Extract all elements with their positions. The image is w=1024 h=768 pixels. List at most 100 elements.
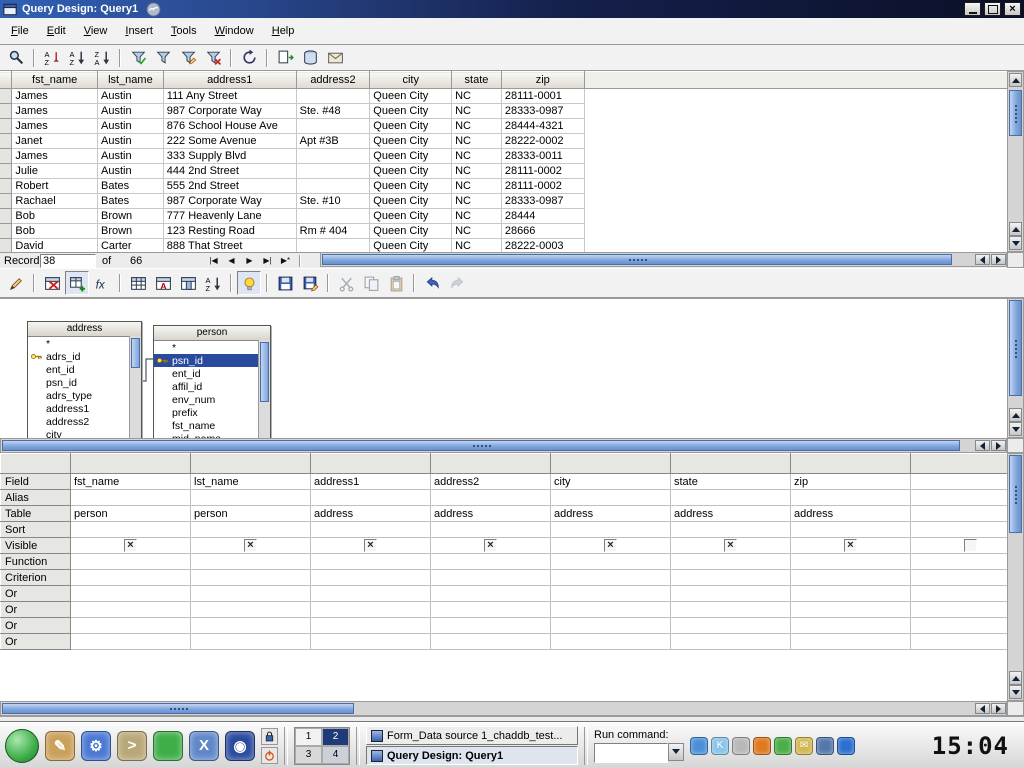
scroll-up-button[interactable] <box>1009 408 1022 422</box>
redo-button[interactable] <box>445 271 469 295</box>
table-box-scrollbar[interactable] <box>258 340 270 438</box>
grid-cell[interactable]: address <box>431 506 551 522</box>
cell[interactable]: Austin <box>97 119 163 134</box>
row-header-table[interactable]: Table <box>1 506 71 522</box>
grid-cell[interactable]: × <box>551 538 671 554</box>
menu-edit[interactable]: Edit <box>38 21 75 41</box>
grid-cell[interactable] <box>911 602 1008 618</box>
grid-cell[interactable] <box>191 490 311 506</box>
grid-cell[interactable] <box>911 522 1008 538</box>
standard-filter-button[interactable] <box>176 46 200 70</box>
field-item-prefix[interactable]: prefix <box>154 406 270 419</box>
cell[interactable]: 28444 <box>501 209 584 224</box>
scrollbar-thumb[interactable] <box>1009 300 1022 396</box>
cell[interactable]: Bob <box>12 224 98 239</box>
grid-cell[interactable] <box>671 634 791 650</box>
run-command-dropdown-button[interactable] <box>668 743 684 761</box>
visible-checkbox-checked[interactable]: × <box>244 539 257 552</box>
mail-merge-button[interactable] <box>323 46 347 70</box>
grid-cell[interactable]: address <box>311 506 431 522</box>
row-selector[interactable] <box>0 164 12 179</box>
scroll-up-button[interactable] <box>1009 73 1022 87</box>
grid-cell[interactable] <box>911 474 1008 490</box>
row-selector[interactable] <box>0 149 12 164</box>
cell[interactable]: 28111-0002 <box>501 179 584 194</box>
grid-cell[interactable] <box>191 618 311 634</box>
field-item-address2[interactable]: address2 <box>28 415 141 428</box>
suse-geeko-icon[interactable] <box>153 731 183 761</box>
distinct-values-button[interactable] <box>176 271 200 295</box>
field-item-address1[interactable]: address1 <box>28 402 141 415</box>
cell[interactable]: NC <box>452 179 502 194</box>
grid-cell[interactable] <box>191 522 311 538</box>
cell[interactable]: NC <box>452 209 502 224</box>
grid-cell[interactable] <box>311 602 431 618</box>
table-box-title[interactable]: address <box>28 322 141 337</box>
grid-cell[interactable] <box>911 554 1008 570</box>
visible-checkbox-checked[interactable]: × <box>364 539 377 552</box>
tray-alarm-icon[interactable] <box>753 737 771 755</box>
scroll-down-button[interactable] <box>1009 422 1022 436</box>
scrollbar-thumb[interactable] <box>322 254 952 265</box>
minimize-button[interactable] <box>964 2 981 16</box>
row-header-function[interactable]: Function <box>1 554 71 570</box>
grid-cell[interactable] <box>431 618 551 634</box>
field-item-ent_id[interactable]: ent_id <box>154 367 270 380</box>
field-item-affil_id[interactable]: affil_id <box>154 380 270 393</box>
apply-filter-button[interactable] <box>151 46 175 70</box>
cell[interactable]: Robert <box>12 179 98 194</box>
menu-help[interactable]: Help <box>263 21 304 41</box>
design-grid-column-header[interactable] <box>431 454 551 474</box>
scroll-up-button[interactable] <box>1009 671 1022 685</box>
visible-checkbox-checked[interactable]: × <box>124 539 137 552</box>
visible-checkbox-unchecked[interactable] <box>964 539 977 552</box>
cell[interactable]: 28222-0002 <box>501 134 584 149</box>
tray-kde-icon[interactable]: K <box>711 737 729 755</box>
grid-cell[interactable] <box>71 602 191 618</box>
konsole-icon[interactable]: > <box>117 731 147 761</box>
row-header-or[interactable]: Or <box>1 586 71 602</box>
grid-cell[interactable] <box>551 554 671 570</box>
cell[interactable]: Brown <box>97 209 163 224</box>
data-to-text-button[interactable] <box>273 46 297 70</box>
row-selector[interactable] <box>0 194 12 209</box>
row-header-or-9[interactable]: Or <box>1 618 71 634</box>
grid-cell[interactable]: × <box>791 538 911 554</box>
menu-view[interactable]: View <box>75 21 117 41</box>
row-selector[interactable] <box>0 224 12 239</box>
design-grid-horizontal-scrollbar[interactable] <box>0 701 1007 716</box>
grid-cell[interactable] <box>191 570 311 586</box>
grid-cell[interactable] <box>431 602 551 618</box>
row-selector[interactable] <box>0 119 12 134</box>
scroll-right-button[interactable] <box>991 254 1006 265</box>
grid-cell[interactable] <box>911 570 1008 586</box>
grid-cell[interactable] <box>191 586 311 602</box>
field-item-fst_name[interactable]: fst_name <box>154 419 270 432</box>
table-name-button[interactable] <box>126 271 150 295</box>
grid-cell[interactable]: address <box>551 506 671 522</box>
grid-cell[interactable] <box>71 570 191 586</box>
grid-cell[interactable]: city <box>551 474 671 490</box>
grid-cell[interactable]: person <box>191 506 311 522</box>
cell[interactable] <box>296 179 370 194</box>
grid-cell[interactable]: × <box>311 538 431 554</box>
cell[interactable]: David <box>12 239 98 253</box>
grid-cell[interactable] <box>911 586 1008 602</box>
cell[interactable]: Austin <box>97 89 163 104</box>
grid-cell[interactable] <box>791 490 911 506</box>
row-selector[interactable] <box>0 134 12 149</box>
task-button-2[interactable]: Query Design: Query1 <box>366 746 578 765</box>
grid-cell[interactable] <box>431 490 551 506</box>
results-horizontal-scrollbar[interactable] <box>320 252 1007 267</box>
row-header-visible[interactable]: Visible <box>1 538 71 554</box>
column-header-address1[interactable]: address1 <box>163 72 296 89</box>
cell[interactable]: 28333-0987 <box>501 194 584 209</box>
query-design-grid[interactable]: Fieldfst_namelst_nameaddress1address2cit… <box>0 453 1007 701</box>
cell[interactable]: James <box>12 104 98 119</box>
design-grid-column-header[interactable] <box>1 454 71 474</box>
cell[interactable]: Austin <box>97 104 163 119</box>
grid-cell[interactable] <box>911 538 1008 554</box>
cell[interactable] <box>296 239 370 253</box>
row-selector[interactable] <box>0 209 12 224</box>
sort-button[interactable]: AZ <box>40 46 64 70</box>
